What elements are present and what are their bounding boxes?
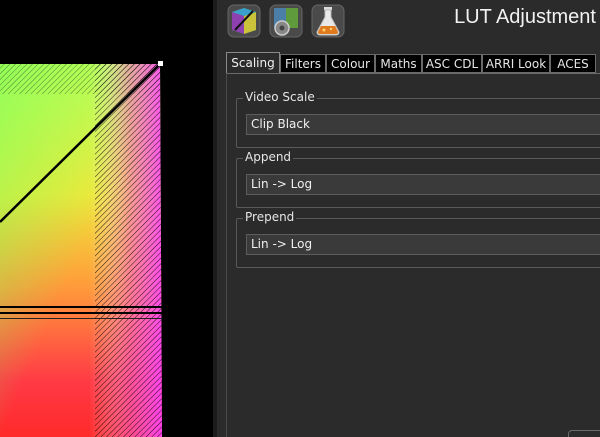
tab-aces[interactable]: ACES	[550, 54, 596, 73]
video-scale-group: Video Scale Clip Black	[236, 90, 600, 148]
adjustment-panel: LUT Adjustment Scaling Filters Colour Ma…	[217, 0, 600, 437]
prepend-select[interactable]: Lin -> Log	[246, 234, 600, 255]
prepend-group: Prepend Lin -> Log	[236, 210, 600, 268]
prepend-label: Prepend	[243, 210, 297, 224]
color-cube-button[interactable]	[227, 4, 261, 38]
append-group: Append Lin -> Log	[236, 150, 600, 208]
panel-title: LUT Adjustment	[454, 6, 596, 28]
toolbar: LUT Adjustment	[217, 0, 600, 42]
flask-button[interactable]	[311, 4, 345, 38]
lut-preview-graphic	[0, 0, 213, 437]
lut-preview-plot[interactable]	[0, 0, 213, 437]
tab-filters[interactable]: Filters	[280, 54, 326, 73]
color-cube-icon	[227, 4, 261, 38]
video-scale-select[interactable]: Clip Black	[246, 114, 600, 135]
color-gear-icon	[269, 4, 303, 38]
lut-adjustment-window: LUT Adjustment Scaling Filters Colour Ma…	[0, 0, 600, 437]
tab-arri-look[interactable]: ARRI Look	[482, 54, 550, 73]
append-select[interactable]: Lin -> Log	[246, 174, 600, 195]
flask-icon	[311, 4, 345, 38]
tab-colour[interactable]: Colour	[326, 54, 375, 73]
tab-maths[interactable]: Maths	[375, 54, 422, 73]
tab-asc-cdl[interactable]: ASC CDL	[422, 54, 482, 73]
append-label: Append	[243, 150, 294, 164]
bottom-button[interactable]	[568, 430, 600, 437]
video-scale-label: Video Scale	[243, 90, 317, 104]
color-gear-button[interactable]	[269, 4, 303, 38]
tab-scaling[interactable]: Scaling	[226, 52, 280, 74]
